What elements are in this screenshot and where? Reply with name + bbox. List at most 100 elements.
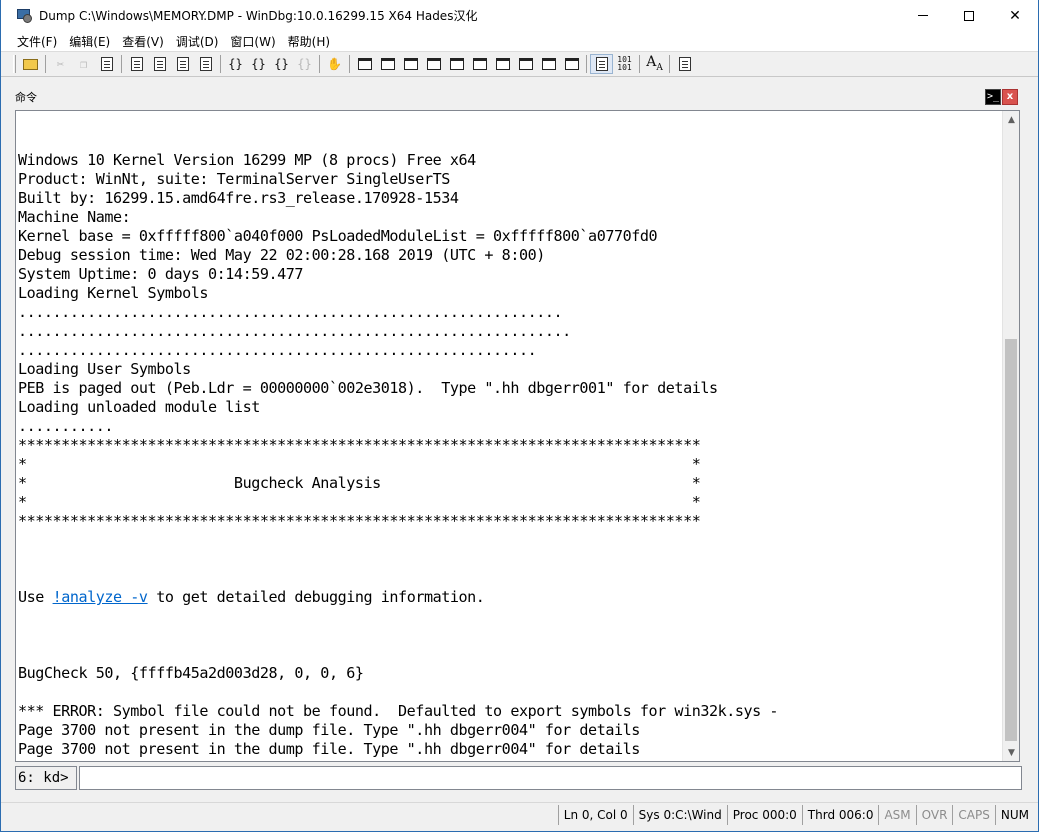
scratch-pad-button[interactable] — [514, 54, 537, 74]
output-line: Windows 10 Kernel Version 16299 MP (8 pr… — [18, 151, 476, 169]
locals-button[interactable] — [399, 54, 422, 74]
scroll-down-icon[interactable]: ▼ — [1003, 744, 1019, 761]
output-line: Loading unloaded module list — [18, 398, 260, 416]
minimize-button[interactable] — [900, 0, 946, 31]
menu-view[interactable]: 查看(V) — [116, 33, 170, 50]
output-line: Probably caused by : memory_corruption — [18, 759, 1003, 761]
kd-prompt: 6: kd> — [15, 766, 77, 790]
toolbar-grip[interactable] — [13, 55, 16, 73]
maximize-icon — [964, 10, 974, 21]
menu-window[interactable]: 窗口(W) — [224, 33, 281, 50]
menu-edit[interactable]: 编辑(E) — [63, 33, 116, 50]
output-line: ........................................… — [18, 322, 571, 340]
scrollbar-thumb[interactable] — [1005, 339, 1017, 741]
status-cells: Ln 0, Col 0 Sys 0:C:\Wind Proc 000:0 Thr… — [557, 805, 1034, 825]
command-pane-buttons: >_ x — [985, 89, 1018, 105]
windbg-app-icon — [17, 8, 33, 24]
stop-debugging-button[interactable] — [171, 54, 194, 74]
go-button[interactable] — [125, 54, 148, 74]
windbg-window: Dump C:\Windows\MEMORY.DMP - WinDbg:10.0… — [0, 0, 1039, 832]
command-output[interactable]: Windows 10 Kernel Version 16299 MP (8 pr… — [15, 110, 1020, 762]
menu-help[interactable]: 帮助(H) — [282, 33, 336, 50]
toolbar-separator — [349, 55, 350, 73]
step-out-icon: {} — [274, 57, 289, 71]
command-input-row: 6: kd> — [15, 766, 1022, 790]
status-line-col: Ln 0, Col 0 — [557, 805, 633, 825]
menu-bar: 文件(F) 编辑(E) 查看(V) 调试(D) 窗口(W) 帮助(H) — [1, 31, 1038, 51]
step-over-button[interactable]: {} — [247, 54, 270, 74]
restart-button[interactable] — [148, 54, 171, 74]
step-over-icon: {} — [251, 57, 266, 71]
output-line: Loading User Symbols — [18, 360, 191, 378]
output-line: Page 3700 not present in the dump file. … — [18, 721, 640, 739]
scroll-up-icon[interactable]: ▲ — [1003, 111, 1019, 128]
toolbar-separator — [669, 55, 670, 73]
hand-button[interactable]: ✋ — [323, 54, 346, 74]
output-lines-block: BugCheck 50, {ffffb45a2d003d28, 0, 0, 6}… — [18, 645, 1003, 761]
toolbar-separator — [319, 55, 320, 73]
status-caps: CAPS — [952, 805, 994, 825]
command-window-button[interactable] — [353, 54, 376, 74]
close-button[interactable]: ✕ — [992, 0, 1038, 31]
hand-icon: ✋ — [327, 57, 342, 71]
command-browser-button[interactable] — [560, 54, 583, 74]
step-into-button[interactable]: {} — [224, 54, 247, 74]
output-line: Page 3700 not present in the dump file. … — [18, 740, 640, 758]
run-to-cursor-button[interactable]: {} — [293, 54, 316, 74]
output-line: * Bugcheck Analysis * — [18, 474, 701, 492]
status-bar: Ln 0, Col 0 Sys 0:C:\Wind Proc 000:0 Thr… — [1, 802, 1038, 827]
disassembly-icon — [495, 58, 510, 70]
memory-button[interactable] — [445, 54, 468, 74]
output-scrollbar[interactable]: ▲ ▼ — [1002, 111, 1019, 761]
output-line: Product: WinNt, suite: TerminalServer Si… — [18, 170, 450, 188]
break-button[interactable] — [194, 54, 217, 74]
menu-file[interactable]: 文件(F) — [11, 33, 63, 50]
window-title: Dump C:\Windows\MEMORY.DMP - WinDbg:10.0… — [39, 9, 478, 23]
open-button[interactable] — [19, 54, 42, 74]
registers-button[interactable] — [422, 54, 445, 74]
command-pane-header: 命令 >_ x — [1, 86, 1038, 108]
run-to-cursor-icon: {} — [297, 57, 312, 71]
options-button[interactable] — [673, 54, 696, 74]
watch-button[interactable] — [376, 54, 399, 74]
processes-threads-icon — [541, 58, 556, 70]
command-pane-title: 命令 — [15, 91, 37, 104]
output-line: ........... — [18, 417, 114, 435]
source-mode-button[interactable] — [590, 54, 613, 74]
toolbar-separator — [45, 55, 46, 73]
menu-debug[interactable]: 调试(D) — [170, 33, 225, 50]
copy-button[interactable]: ❐ — [72, 54, 95, 74]
watch-icon — [380, 58, 395, 70]
close-pane-icon[interactable]: x — [1002, 89, 1018, 105]
window-controls: ✕ — [900, 0, 1038, 31]
analyze-hint-line: Use !analyze -v to get detailed debuggin… — [18, 588, 1003, 607]
output-line: * * — [18, 493, 701, 511]
output-line: Built by: 16299.15.amd64fre.rs3_release.… — [18, 189, 459, 207]
paste-icon — [100, 57, 113, 71]
cut-button[interactable]: ✂ — [49, 54, 72, 74]
output-text: Windows 10 Kernel Version 16299 MP (8 pr… — [18, 113, 1003, 761]
analyze-hint-prefix: Use — [18, 588, 53, 606]
step-out-button[interactable]: {} — [270, 54, 293, 74]
hex-mode-icon: 101 101 — [617, 55, 632, 72]
locals-icon — [403, 58, 418, 70]
analyze-hint-suffix: to get detailed debugging information. — [147, 588, 485, 606]
command-input[interactable] — [79, 766, 1022, 790]
output-line: Loading Kernel Symbols — [18, 284, 209, 302]
copy-icon: ❐ — [79, 57, 88, 71]
output-line: *** ERROR: Symbol file could not be foun… — [18, 702, 779, 720]
toolbar: ✂ ❐ {} {} {} {} ✋ 101 101 AA — [1, 51, 1038, 77]
font-button[interactable]: AA — [643, 54, 666, 74]
maximize-button[interactable] — [946, 0, 992, 31]
output-line: Kernel base = 0xfffff800`a040f000 PsLoad… — [18, 227, 658, 245]
analyze-link[interactable]: !analyze -v — [53, 588, 148, 606]
hex-mode-button[interactable]: 101 101 — [613, 54, 636, 74]
output-line: System Uptime: 0 days 0:14:59.477 — [18, 265, 304, 283]
call-stack-button[interactable] — [468, 54, 491, 74]
minimize-icon — [918, 15, 928, 16]
command-prompt-icon[interactable]: >_ — [985, 89, 1001, 105]
paste-button[interactable] — [95, 54, 118, 74]
disassembly-button[interactable] — [491, 54, 514, 74]
processes-threads-button[interactable] — [537, 54, 560, 74]
